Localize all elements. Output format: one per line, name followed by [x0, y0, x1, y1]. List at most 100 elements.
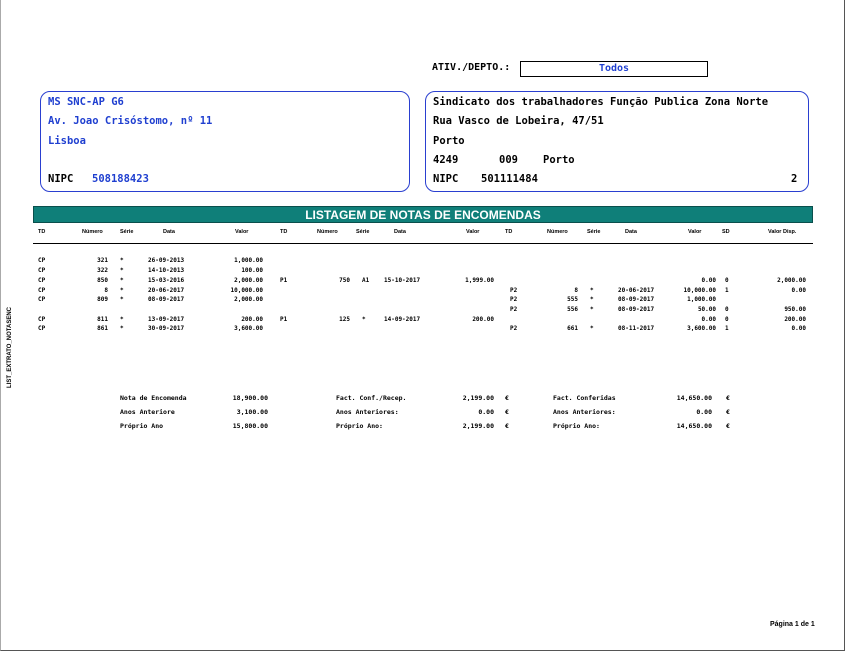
client-name: Sindicato dos trabalhadores Função Publi… — [433, 96, 769, 108]
table-cell: 10,000.00 — [683, 287, 716, 294]
table-cell: 3,600.00 — [234, 325, 263, 332]
table-cell: 26-09-2013 — [148, 257, 185, 264]
table-cell: * — [120, 267, 124, 274]
total-value: 2,199.00 — [462, 394, 494, 402]
column-header: Série — [587, 229, 601, 235]
table-cell: 556 — [567, 306, 578, 313]
table-cell: 321 — [97, 257, 108, 264]
total-label: Próprio Ano: — [336, 422, 383, 430]
column-header: Valor — [235, 229, 249, 235]
column-header: Série — [356, 229, 370, 235]
column-header: Número — [317, 229, 338, 235]
ativ-value: Todos — [520, 61, 708, 77]
table-cell: * — [120, 287, 124, 294]
table-cell: 14-09-2017 — [384, 316, 421, 323]
table-cell: 08-09-2017 — [148, 296, 185, 303]
column-header: Data — [625, 229, 637, 235]
table-cell: * — [590, 306, 594, 313]
table-cell: 555 — [567, 296, 578, 303]
currency-symbol: € — [726, 394, 730, 402]
table-cell: CP — [38, 257, 46, 264]
total-value: 15,800.00 — [232, 422, 268, 430]
table-cell: * — [120, 277, 124, 284]
table-cell: 125 — [339, 316, 350, 323]
table-cell: 809 — [97, 296, 108, 303]
table-cell: A1 — [362, 277, 370, 284]
total-label: Anos Anteriores: — [336, 408, 399, 416]
table-cell: 0 — [725, 277, 729, 284]
table-cell: 200.00 — [784, 316, 806, 323]
table-cell: 3,600.00 — [687, 325, 716, 332]
total-label: Nota de Encomenda — [120, 394, 187, 402]
table-cell: P2 — [510, 287, 518, 294]
table-cell: * — [590, 296, 594, 303]
table-cell: P2 — [510, 306, 518, 313]
column-header: TD — [505, 229, 513, 235]
table-cell: CP — [38, 267, 46, 274]
table-cell: 850 — [97, 277, 108, 284]
column-header: Valor — [466, 229, 480, 235]
table-cell: 10,000.00 — [230, 287, 263, 294]
table-cell: * — [362, 316, 366, 323]
header-divider — [33, 243, 813, 244]
column-header: Número — [82, 229, 103, 235]
client-city: Porto — [433, 135, 465, 147]
column-header: Data — [394, 229, 406, 235]
table-cell: 1,000.00 — [687, 296, 716, 303]
table-cell: * — [120, 316, 124, 323]
column-header: Valor — [688, 229, 702, 235]
table-cell: 1,999.00 — [465, 277, 494, 284]
table-cell: 0.00 — [791, 287, 806, 294]
table-cell: 1 — [725, 325, 729, 332]
total-label: Próprio Ano: — [553, 422, 600, 430]
client-nipc-label: NIPC — [433, 173, 459, 185]
column-header: Data — [163, 229, 175, 235]
table-cell: 30-09-2017 — [148, 325, 185, 332]
total-value: 0.00 — [696, 408, 712, 416]
table-cell: 08-11-2017 — [618, 325, 655, 332]
client-postal-code: 4249 — [433, 154, 459, 166]
table-cell: 661 — [567, 325, 578, 332]
table-cell: 0.00 — [791, 325, 806, 332]
currency-symbol: € — [726, 422, 730, 430]
table-cell: 20-06-2017 — [618, 287, 655, 294]
total-label: Anos Anteriore — [120, 408, 175, 416]
total-label: Próprio Ano — [120, 422, 164, 430]
table-cell: 0.00 — [701, 277, 716, 284]
page-number: Página 1 de 1 — [770, 621, 815, 628]
currency-symbol: € — [726, 408, 730, 416]
column-header: Série — [120, 229, 134, 235]
table-cell: 08-09-2017 — [618, 296, 655, 303]
client-nipc: 501111484 — [481, 173, 538, 185]
column-header: SD — [722, 229, 730, 235]
currency-symbol: € — [505, 408, 509, 416]
table-cell: 0 — [725, 316, 729, 323]
company-box: MS SNC-AP G6 Av. Joao Crisóstomo, nº 11 … — [40, 91, 410, 192]
total-value: 3,100.00 — [236, 408, 268, 416]
table-cell: 750 — [339, 277, 350, 284]
table-cell: 14-10-2013 — [148, 267, 185, 274]
table-cell: 0 — [725, 306, 729, 313]
table-cell: 811 — [97, 316, 108, 323]
total-label: Anos Anteriores: — [553, 408, 616, 416]
table-cell: 15-10-2017 — [384, 277, 421, 284]
table-cell: 200.00 — [241, 316, 263, 323]
table-cell: 950.00 — [784, 306, 806, 313]
table-cell: 2,000.00 — [234, 296, 263, 303]
table-cell: 200.00 — [472, 316, 494, 323]
table-cell: CP — [38, 277, 46, 284]
client-postal-city: Porto — [543, 154, 575, 166]
currency-symbol: € — [505, 422, 509, 430]
company-nipc-label: NIPC — [48, 173, 74, 185]
total-value: 14,650.00 — [676, 422, 712, 430]
company-city: Lisboa — [48, 135, 86, 147]
table-cell: * — [590, 325, 594, 332]
table-cell: 13-09-2017 — [148, 316, 185, 323]
table-cell: 0.00 — [701, 316, 716, 323]
table-cell: 100.00 — [241, 267, 263, 274]
table-cell: * — [120, 325, 124, 332]
table-cell: CP — [38, 287, 46, 294]
table-cell: P1 — [280, 316, 288, 323]
table-cell: 1,000.00 — [234, 257, 263, 264]
company-address: Av. Joao Crisóstomo, nº 11 — [48, 115, 213, 127]
